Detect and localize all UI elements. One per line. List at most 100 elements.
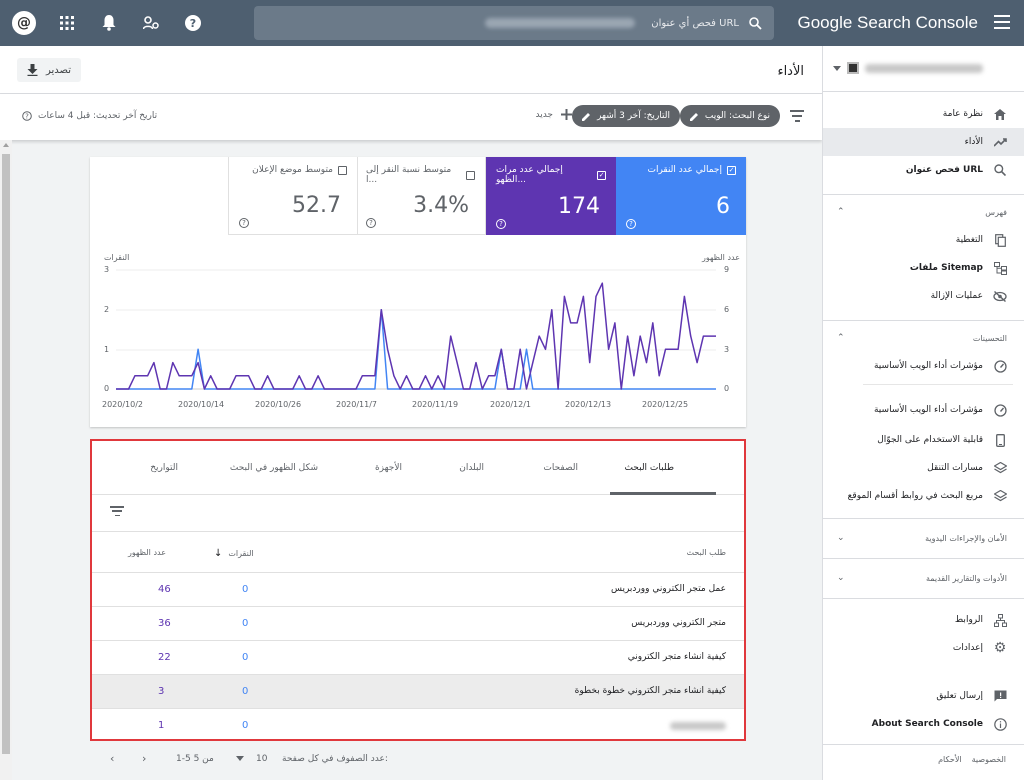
edit-pencil-icon xyxy=(582,112,591,121)
privacy-link[interactable]: الخصوصية xyxy=(972,755,1006,764)
chevron-down-icon[interactable] xyxy=(833,66,841,71)
impressions-cell: 1 xyxy=(158,720,165,731)
export-button[interactable]: تصدير xyxy=(17,58,82,82)
table-row-hovered[interactable]: كيفية انشاء متجر الكتروني خطوة بخطوة 0 3 xyxy=(92,675,744,709)
filter-bar: نوع البحث: الويب التاريخ: آخر 3 أشهر جدي… xyxy=(0,94,822,140)
download-icon xyxy=(27,64,38,76)
plus-icon xyxy=(561,109,572,120)
top-bar-actions: @ ? xyxy=(12,11,204,35)
queries-table-card: طلبات البحث الصفحات البلدان الأجهزة شكل … xyxy=(90,439,746,741)
impressions-series-line xyxy=(116,282,716,390)
section-index-label: فهرس xyxy=(985,208,1007,217)
sidebar-item-links[interactable]: الروابط xyxy=(823,606,1024,634)
sidebar-item-url-inspection[interactable]: فحص عنوان URL xyxy=(823,156,1024,184)
dimension-tabs: طلبات البحث الصفحات البلدان الأجهزة شكل … xyxy=(92,441,744,495)
section-legacy-tools[interactable]: الأدوات والتقارير القديمة ⌄ xyxy=(823,570,1024,590)
table-row[interactable]: عمل متجر الكتروني ووردبريس 0 46 xyxy=(92,573,744,607)
prev-page-icon[interactable]: ‹ xyxy=(110,752,114,765)
sidebar-item-core-web-vitals-2[interactable]: مؤشرات أداء الويب الأساسية xyxy=(823,396,1024,424)
search-type-label: نوع البحث: الويب xyxy=(704,111,770,121)
url-inspect-search[interactable]: فحص أي عنوان URL xyxy=(254,6,774,40)
column-header-query[interactable]: طلب البحث xyxy=(686,548,726,557)
clicks-cell: 0 xyxy=(242,618,249,629)
sidebar-item-sitemaps[interactable]: ملفات Sitemap xyxy=(823,254,1024,282)
sidebar-item-coverage[interactable]: التغطية xyxy=(823,226,1024,254)
apps-grid-icon[interactable] xyxy=(56,12,78,34)
scroll-up-icon[interactable] xyxy=(3,143,9,147)
table-row[interactable]: 0 1 xyxy=(92,709,744,743)
tab-pages[interactable]: الصفحات xyxy=(543,463,578,473)
section-enhancements-label: التحسينات xyxy=(972,334,1007,343)
column-header-impressions[interactable]: عدد الظهور xyxy=(128,548,166,557)
property-favicon-icon xyxy=(847,62,859,74)
x-tick: 2020/10/14 xyxy=(178,400,225,409)
search-type-chip[interactable]: نوع البحث: الويب xyxy=(679,105,780,127)
next-page-icon[interactable]: › xyxy=(142,752,146,765)
table-filter-icon[interactable] xyxy=(110,506,124,516)
help-circle-icon[interactable]: ? xyxy=(22,111,32,121)
divider xyxy=(823,518,1024,519)
clicks-cell: 0 xyxy=(242,686,249,697)
sidebar-item-mobile-usability[interactable]: قابلية الاستخدام على الجوّال xyxy=(823,426,1024,454)
layers-icon xyxy=(993,489,1007,503)
sidebar-item-label: قابلية الاستخدام على الجوّال xyxy=(877,435,983,445)
section-security[interactable]: الأمان والإجراءات اليدوية ⌄ xyxy=(823,530,1024,550)
property-selector[interactable] xyxy=(823,46,1024,92)
x-tick: 2020/10/26 xyxy=(255,400,302,409)
sidebar-item-core-web-vitals[interactable]: مؤشرات أداء الويب الأساسية xyxy=(823,352,1024,380)
menu-icon[interactable] xyxy=(994,15,1010,29)
sidebar-item-label: إعدادات xyxy=(952,643,983,653)
terms-link[interactable]: الأحكام xyxy=(938,755,962,764)
table-row[interactable]: متجر الكتروني ووردبريس 0 36 xyxy=(92,607,744,641)
divider xyxy=(823,320,1024,321)
new-filter-button[interactable]: جديد xyxy=(535,109,572,120)
tab-countries[interactable]: البلدان xyxy=(459,463,484,473)
column-header-clicks[interactable]: ↓ النقرات xyxy=(214,548,254,559)
manage-users-icon[interactable] xyxy=(140,12,162,34)
sidebar-item-about[interactable]: About Search Console xyxy=(823,710,1024,738)
sidebar-item-breadcrumbs[interactable]: مسارات التنقل xyxy=(823,454,1024,482)
product-logo[interactable]: Google Search Console xyxy=(797,13,978,33)
search-icon[interactable] xyxy=(749,16,762,30)
tab-queries[interactable]: طلبات البحث xyxy=(624,463,674,473)
x-tick: 2020/10/2 xyxy=(102,400,144,409)
notifications-bell-icon[interactable] xyxy=(98,12,120,34)
feedback-icon xyxy=(993,689,1007,703)
help-icon[interactable]: ? xyxy=(182,12,204,34)
section-index[interactable]: فهرس ⌃ xyxy=(823,204,1024,224)
chevron-up-icon[interactable]: ⌃ xyxy=(837,207,845,217)
scrollbar[interactable] xyxy=(0,140,12,780)
scrollbar-thumb[interactable] xyxy=(2,154,10,754)
filter-icon[interactable] xyxy=(790,110,804,122)
sort-arrow-down-icon: ↓ xyxy=(214,548,223,559)
impressions-cell: 46 xyxy=(158,584,171,595)
chevron-down-icon[interactable]: ⌄ xyxy=(837,573,845,583)
query-cell: كيفية انشاء متجر الكتروني xyxy=(627,652,726,662)
x-tick: 2020/12/25 xyxy=(642,400,689,409)
tab-dates[interactable]: التواريخ xyxy=(150,463,178,473)
sidebar-item-removals[interactable]: عمليات الإزالة xyxy=(823,282,1024,310)
gear-icon: ⚙ xyxy=(993,640,1007,656)
rows-dropdown-caret-icon[interactable] xyxy=(236,756,244,761)
performance-card: إجمالي عدد النقرات ✓ 6 ? إجمالي عدد مرات … xyxy=(90,157,746,427)
svg-text:?: ? xyxy=(190,17,196,30)
chevron-down-icon[interactable]: ⌄ xyxy=(837,533,845,543)
sidebar-item-sitelinks-searchbox[interactable]: مربع البحث في روابط أقسام الموقع xyxy=(823,482,1024,510)
sidebar-item-overview[interactable]: نظرة عامة xyxy=(823,100,1024,128)
account-avatar[interactable]: @ xyxy=(12,11,36,35)
sidebar-item-settings[interactable]: إعدادات ⚙ xyxy=(823,634,1024,662)
sidebar-item-feedback[interactable]: إرسال تعليق xyxy=(823,682,1024,710)
export-label: تصدير xyxy=(46,64,72,76)
redacted-query-cell xyxy=(670,722,726,730)
pagination: ‹ › 1-5 من 5 10 عدد الصفوف في كل صفحة: xyxy=(108,752,748,770)
section-enhancements[interactable]: التحسينات ⌃ xyxy=(823,330,1024,350)
clicks-cell: 0 xyxy=(242,720,249,731)
chevron-up-icon[interactable]: ⌃ xyxy=(837,333,845,343)
table-row[interactable]: كيفية انشاء متجر الكتروني 0 22 xyxy=(92,641,744,675)
rows-per-page-value[interactable]: 10 xyxy=(256,754,267,764)
date-range-chip[interactable]: التاريخ: آخر 3 أشهر xyxy=(572,105,680,127)
tab-devices[interactable]: الأجهزة xyxy=(375,463,402,473)
trending-up-icon xyxy=(993,135,1007,149)
tab-search-appearance[interactable]: شكل الظهور في البحث xyxy=(230,463,318,473)
sidebar-item-performance[interactable]: الأداء xyxy=(823,128,1024,156)
